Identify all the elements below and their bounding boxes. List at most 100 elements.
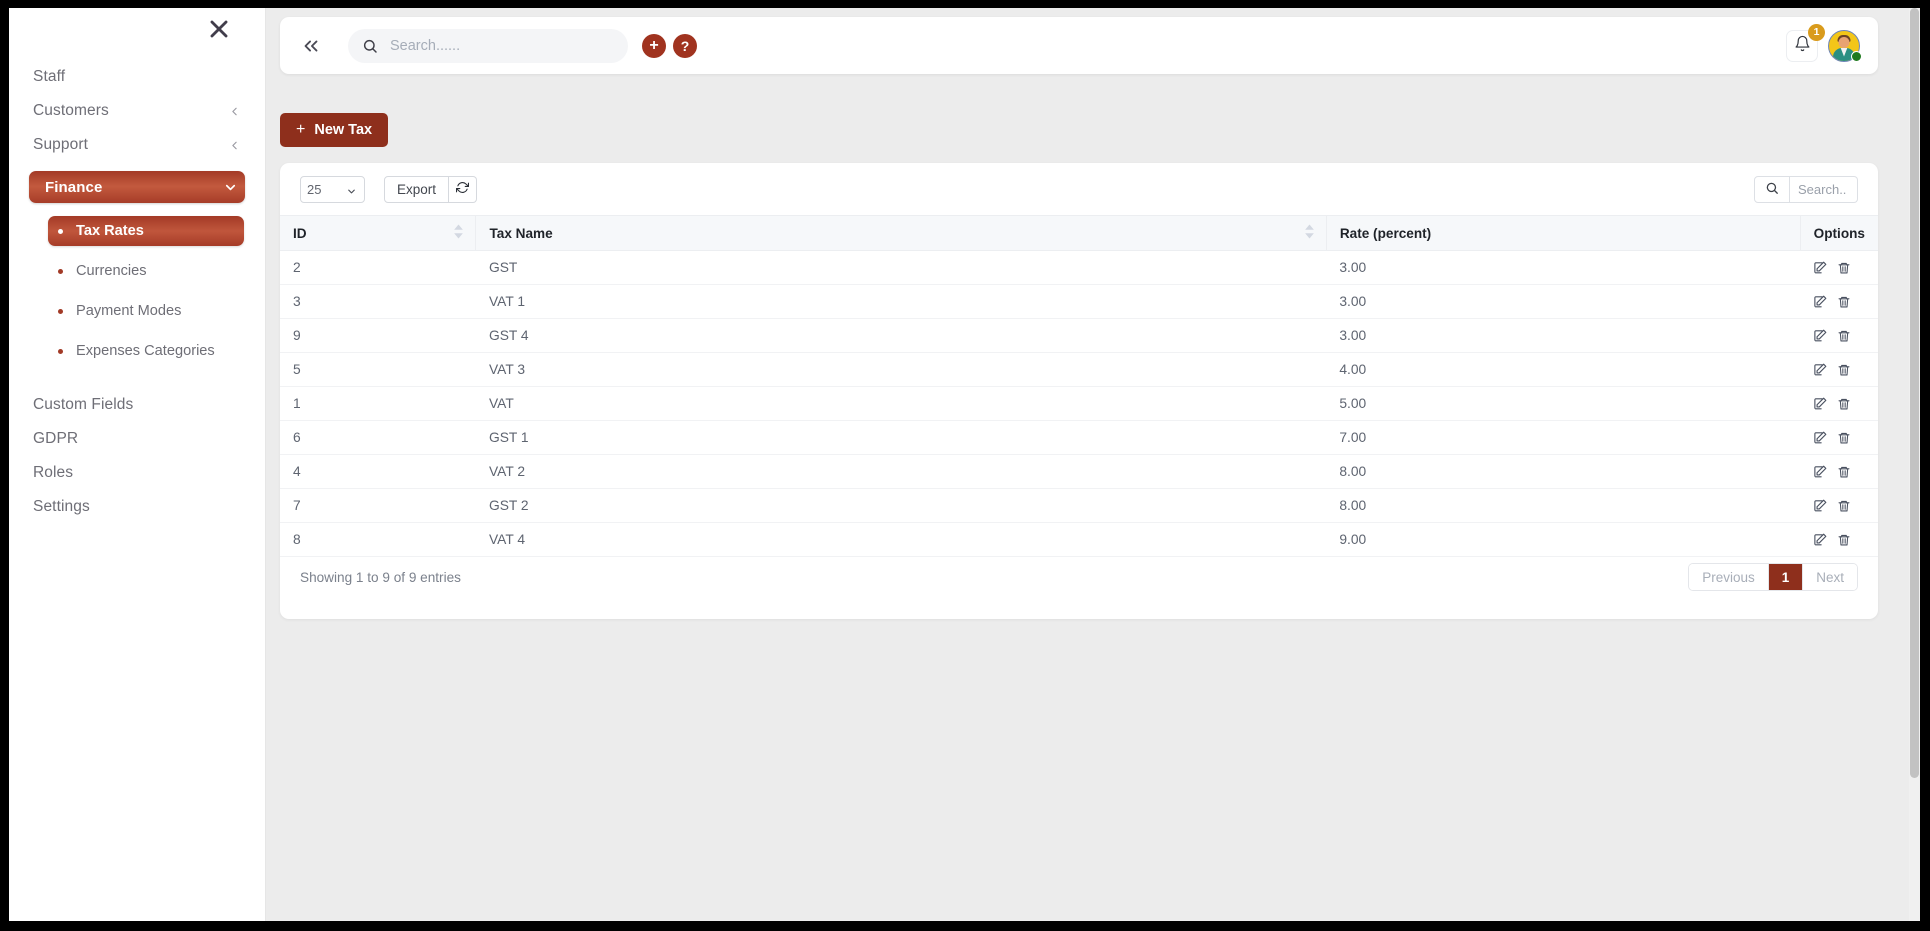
cell-id: 5 [280, 352, 476, 387]
chevron-double-left-icon[interactable] [296, 31, 326, 61]
delete-icon[interactable] [1837, 397, 1851, 411]
delete-icon[interactable] [1837, 295, 1851, 309]
sidebar-item-currencies[interactable]: Currencies [48, 256, 244, 286]
sidebar-item-tax-rates[interactable]: Tax Rates [48, 216, 244, 246]
page-scrollbar-thumb[interactable] [1910, 8, 1919, 778]
new-tax-button[interactable]: + New Tax [280, 113, 389, 147]
table-body: 2 GST 3.00 3 VAT 1 3.00 9 GST 4 3.00 5 VAT 3 4.00 1 V… [280, 250, 1878, 557]
sidebar-item-customers[interactable]: Customers [30, 94, 244, 128]
new-tax-label: New Tax [314, 122, 373, 138]
delete-icon[interactable] [1837, 261, 1851, 275]
delete-icon[interactable] [1837, 499, 1851, 513]
page-length-select[interactable]: 25 [300, 175, 365, 203]
global-search[interactable] [348, 28, 628, 63]
refresh-button[interactable] [449, 175, 478, 203]
edit-icon[interactable] [1813, 260, 1828, 275]
sidebar-item-staff[interactable]: Staff [30, 60, 244, 94]
sidebar-item-payment-modes[interactable]: Payment Modes [48, 296, 244, 326]
cell-id: 3 [280, 284, 476, 319]
edit-icon[interactable] [1813, 294, 1828, 309]
row-actions [1813, 396, 1865, 411]
row-actions [1813, 430, 1865, 445]
column-label: Options [1813, 225, 1865, 241]
cell-rate: 3.00 [1326, 318, 1801, 353]
table-footer: Showing 1 to 9 of 9 entries Previous 1 N… [280, 535, 1878, 619]
table-row: 9 GST 4 3.00 [280, 318, 1878, 353]
cell-id: 9 [280, 318, 476, 353]
pagination-next[interactable]: Next [1803, 564, 1857, 590]
delete-icon[interactable] [1837, 431, 1851, 445]
close-icon[interactable] [206, 16, 232, 42]
top-bar: + ? 1 [280, 17, 1878, 74]
cell-tax-name: VAT 1 [475, 284, 1327, 319]
cell-tax-name: VAT 2 [475, 454, 1327, 489]
sidebar-item-support[interactable]: Support [30, 128, 244, 162]
column-header-rate[interactable]: Rate (percent) [1326, 215, 1801, 251]
pagination-previous[interactable]: Previous [1689, 564, 1769, 590]
cell-tax-name: GST [475, 250, 1327, 285]
notifications-button[interactable]: 1 [1786, 23, 1825, 62]
edit-icon[interactable] [1813, 464, 1828, 479]
export-button[interactable]: Export [384, 175, 450, 203]
page-scrollbar-track[interactable] [1909, 8, 1920, 921]
sidebar-item-roles[interactable]: Roles [30, 456, 244, 490]
sidebar-item-finance[interactable]: Finance [29, 171, 245, 203]
cell-options [1800, 454, 1878, 489]
nav-divider-space [30, 376, 244, 388]
cell-id: 7 [280, 488, 476, 523]
sidebar-item-custom-fields[interactable]: Custom Fields [30, 388, 244, 422]
table-search-input[interactable] [1790, 175, 1858, 203]
help-button[interactable]: ? [673, 33, 697, 58]
sidebar-item-settings[interactable]: Settings [30, 490, 244, 524]
column-header-options: Options [1800, 215, 1878, 251]
cell-options [1800, 352, 1878, 387]
tax-rates-card: 25 Export Search.. ID Tax Name Rate (per… [280, 163, 1878, 619]
search-icon [1765, 181, 1779, 198]
cell-tax-name: GST 2 [475, 488, 1327, 523]
search-input[interactable] [390, 37, 600, 54]
delete-icon[interactable] [1837, 363, 1851, 377]
search-icon [362, 38, 378, 54]
edit-icon[interactable] [1813, 498, 1828, 513]
column-label: Rate (percent) [1339, 225, 1432, 241]
bullet-icon [58, 348, 63, 354]
app-window: Staff Customers Support Finance Tax Rate… [9, 8, 1920, 921]
bullet-icon [58, 268, 63, 274]
row-actions [1813, 362, 1865, 377]
sidebar-item-label: GDPR [33, 430, 79, 447]
table-row: 1 VAT 5.00 [280, 386, 1878, 421]
sidebar-nav: Staff Customers Support Finance Tax Rate… [9, 60, 265, 524]
avatar[interactable] [1828, 29, 1862, 62]
table-head: ID Tax Name Rate (percent) Options [280, 215, 1878, 251]
edit-icon[interactable] [1813, 328, 1828, 343]
table-header-row: ID Tax Name Rate (percent) Options [280, 215, 1878, 251]
column-label: ID [293, 225, 307, 241]
table-search-group [1754, 175, 1858, 203]
chevron-left-icon [227, 138, 241, 152]
cell-options [1800, 284, 1878, 319]
delete-icon[interactable] [1837, 329, 1851, 343]
edit-icon[interactable] [1813, 396, 1828, 411]
pagination-page-1[interactable]: 1 [1768, 564, 1804, 590]
cell-tax-name: VAT 3 [475, 352, 1327, 387]
column-header-id[interactable]: ID [280, 215, 477, 251]
sort-arrows-icon [1304, 224, 1314, 242]
edit-icon[interactable] [1813, 362, 1828, 377]
avatar-face [1838, 36, 1850, 48]
row-actions [1813, 328, 1865, 343]
cell-options [1800, 420, 1878, 455]
bell-icon [1794, 35, 1811, 57]
chevron-left-icon [227, 104, 241, 118]
table-row: 3 VAT 1 3.00 [280, 284, 1878, 319]
cell-tax-name: GST 4 [475, 318, 1327, 353]
sidebar: Staff Customers Support Finance Tax Rate… [9, 8, 266, 921]
sidebar-item-expenses-categories[interactable]: Expenses Categories [48, 336, 244, 366]
edit-icon[interactable] [1813, 430, 1828, 445]
add-button[interactable]: + [642, 33, 666, 58]
column-header-tax-name[interactable]: Tax Name [475, 215, 1327, 251]
sidebar-item-gdpr[interactable]: GDPR [30, 422, 244, 456]
table-search-button[interactable] [1754, 175, 1790, 203]
refresh-icon [456, 181, 470, 197]
delete-icon[interactable] [1837, 465, 1851, 479]
sidebar-item-label: Staff [33, 68, 66, 85]
